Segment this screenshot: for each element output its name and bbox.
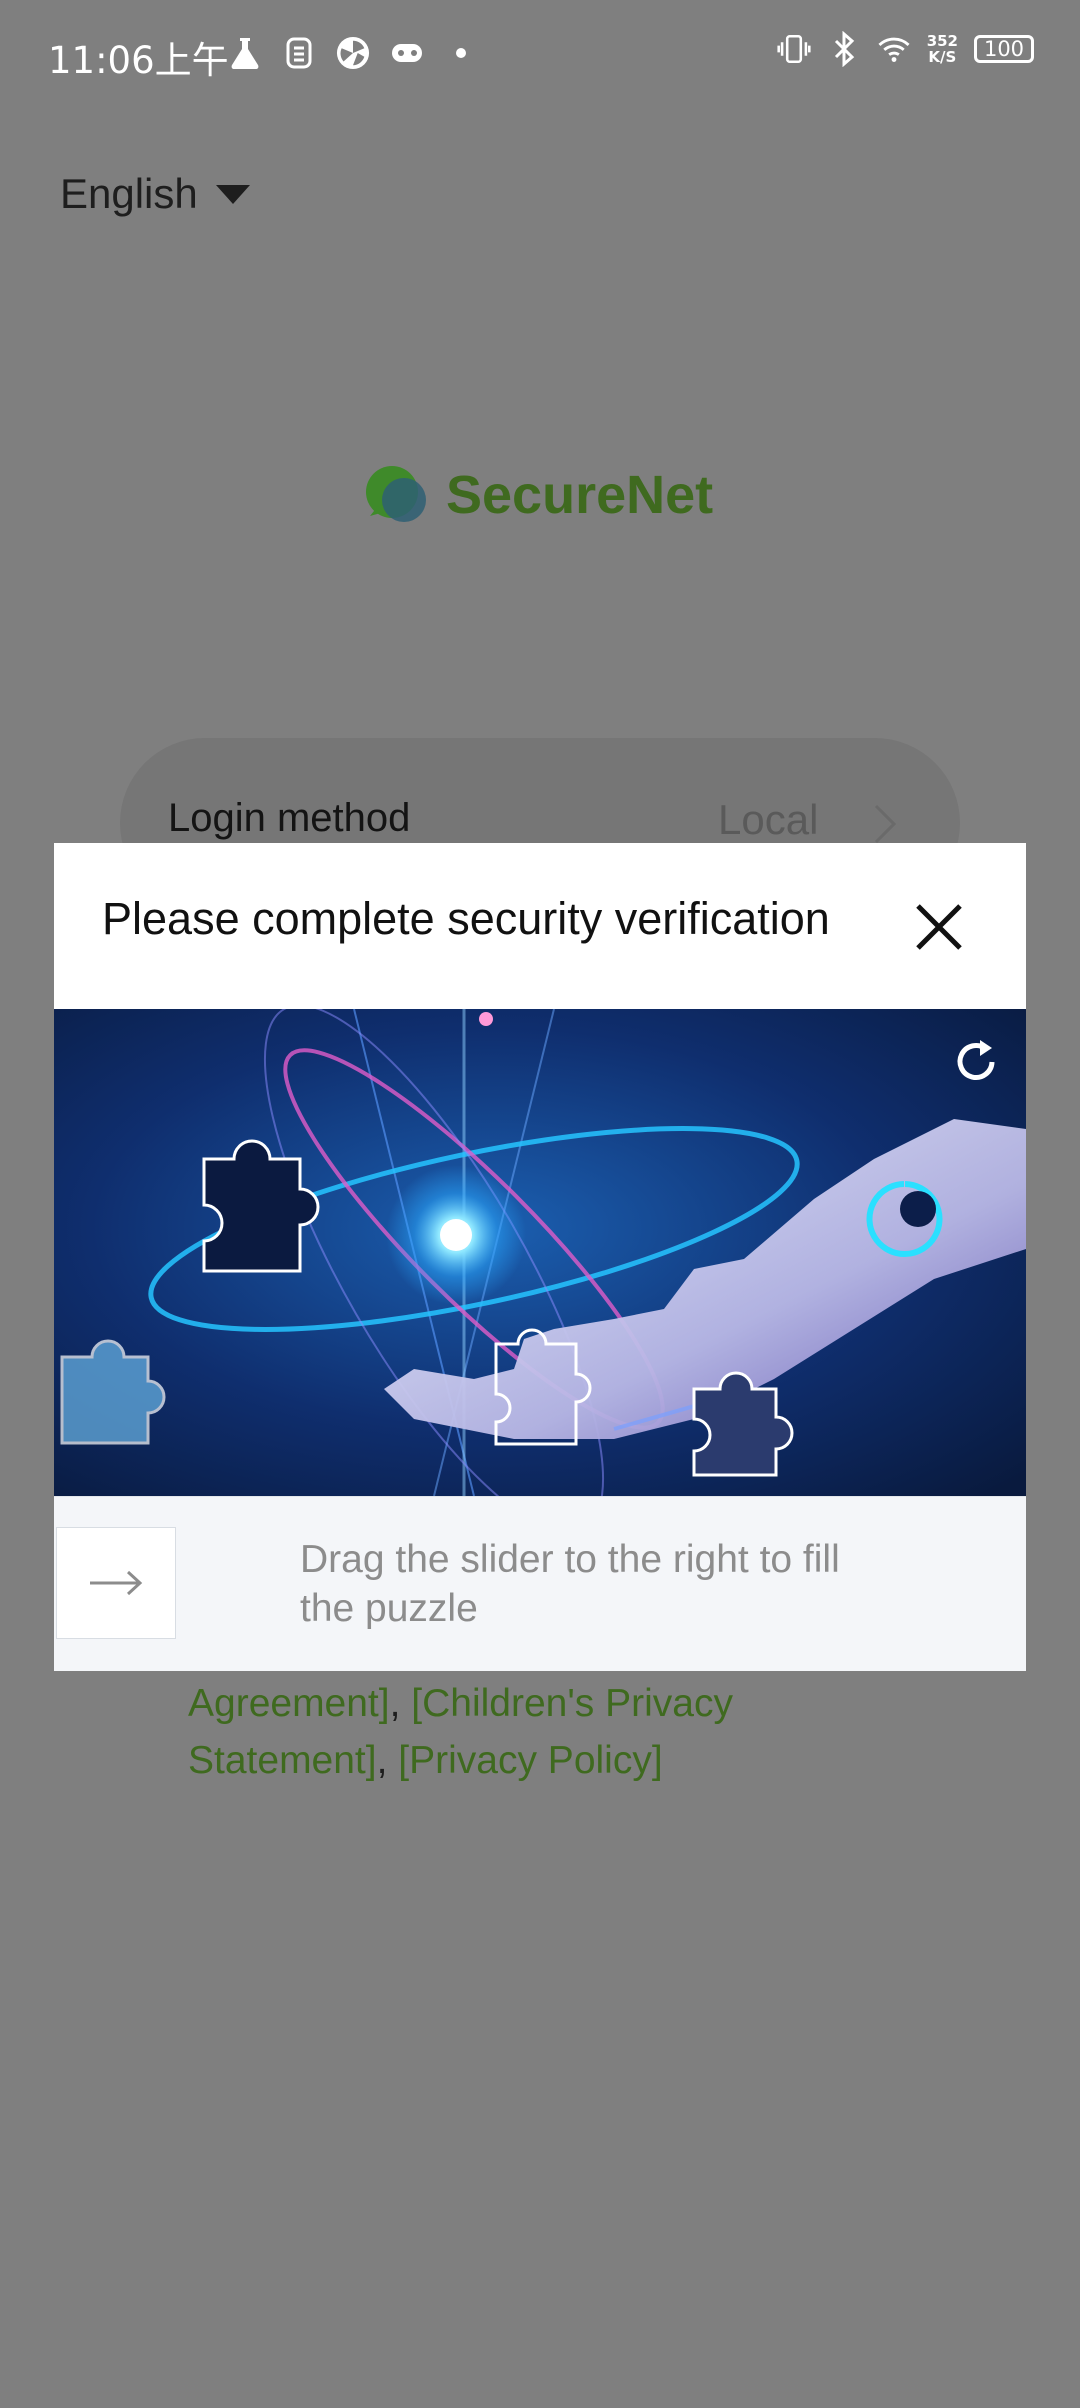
terms-text: Agreement], [Children's Privacy Statemen… <box>188 1675 868 1789</box>
network-speed: 352 K/S <box>927 33 958 65</box>
network-speed-unit: K/S <box>928 48 957 66</box>
battery-level: 100 <box>983 37 1025 61</box>
language-label: English <box>60 170 198 217</box>
close-icon[interactable] <box>910 898 968 956</box>
wifi-icon <box>877 30 911 68</box>
childrens-privacy-link[interactable]: [Children's Privacy <box>411 1682 733 1725</box>
more-notifications-dot-icon <box>444 34 478 72</box>
login-method-label: Login method <box>168 796 411 840</box>
network-speed-value: 352 <box>926 32 958 50</box>
refresh-icon[interactable] <box>946 1032 1006 1092</box>
flask-icon <box>228 34 262 72</box>
caret-down-icon <box>215 184 250 204</box>
game-controller-icon <box>390 34 424 72</box>
chat-bubble-logo-icon <box>366 466 426 522</box>
status-right-icons: 352 K/S 100 <box>777 30 1034 68</box>
vibrate-icon <box>777 30 811 68</box>
status-time: 11:06上午 <box>48 39 229 82</box>
arrow-right-icon <box>90 1570 143 1596</box>
chevron-right-icon <box>874 804 897 844</box>
robot-hand-illustration <box>54 1009 1026 1496</box>
terms-separator: , <box>389 1682 412 1725</box>
status-left-icons <box>228 34 478 72</box>
brand-logo: SecureNet <box>364 464 713 526</box>
slider-handle[interactable] <box>56 1527 176 1639</box>
login-method-value: Local <box>718 796 819 843</box>
slider-hint: Drag the slider to the right to fill the… <box>300 1538 840 1630</box>
puzzle-image <box>54 1009 1026 1496</box>
app-notification-icon <box>282 34 316 72</box>
shutter-app-icon <box>336 34 370 72</box>
childrens-privacy-link-cont[interactable]: Statement] <box>188 1739 377 1782</box>
dialog-title: Please complete security verification <box>102 893 830 944</box>
language-selector[interactable]: English <box>60 170 250 218</box>
user-agreement-link[interactable]: Agreement] <box>188 1682 390 1725</box>
terms-separator: , <box>376 1739 399 1782</box>
privacy-policy-link[interactable]: [Privacy Policy] <box>398 1739 662 1782</box>
bluetooth-icon <box>827 30 861 68</box>
brand-name: SecureNet <box>446 465 714 525</box>
battery-icon: 100 <box>974 35 1034 63</box>
